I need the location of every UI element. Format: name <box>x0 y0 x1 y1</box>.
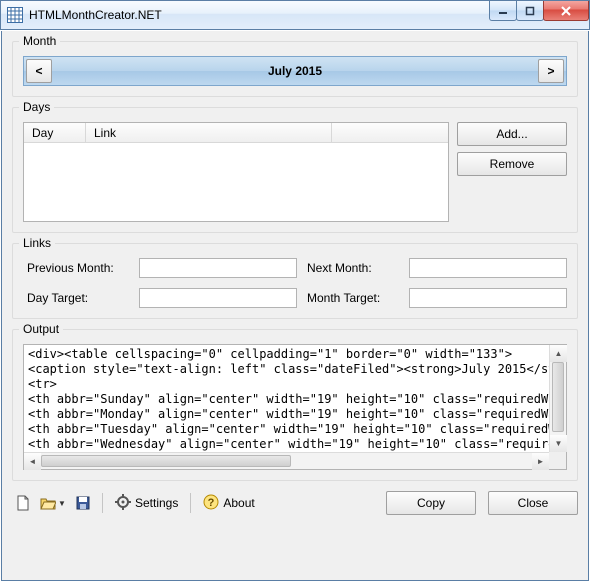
horizontal-scroll-thumb[interactable] <box>41 455 291 467</box>
day-target-label: Day Target: <box>23 291 133 305</box>
prev-month-input[interactable] <box>139 258 297 278</box>
output-group: Output <div><table cellspacing="0" cellp… <box>12 329 578 481</box>
window-title: HTMLMonthCreator.NET <box>29 8 162 22</box>
next-month-input[interactable] <box>409 258 567 278</box>
toolbar-separator <box>102 493 103 513</box>
day-target-input[interactable] <box>139 288 297 308</box>
month-target-label: Month Target: <box>303 291 403 305</box>
toolbar-separator <box>190 493 191 513</box>
add-button[interactable]: Add... <box>457 122 567 146</box>
days-listview[interactable]: Day Link <box>23 122 449 222</box>
vertical-scrollbar[interactable]: ▲ ▼ <box>549 345 566 452</box>
chevron-left-icon: < <box>35 64 42 78</box>
days-group: Days Day Link Add... Remove <box>12 107 578 233</box>
month-nav-row: < July 2015 > <box>23 56 567 86</box>
horizontal-scrollbar[interactable]: ◄ ► <box>24 452 549 469</box>
about-label: About <box>223 496 254 510</box>
about-button[interactable]: ? About <box>199 492 258 515</box>
settings-button[interactable]: Settings <box>111 492 182 515</box>
window-buttons <box>490 1 589 21</box>
open-file-button[interactable]: ▼ <box>38 492 68 514</box>
svg-text:?: ? <box>208 497 215 509</box>
scroll-left-icon[interactable]: ◄ <box>24 453 41 470</box>
close-window-button[interactable] <box>543 1 589 21</box>
client-area: Month < July 2015 > Days Day Link Add... <box>1 31 589 581</box>
remove-button[interactable]: Remove <box>457 152 567 176</box>
dropdown-arrow-icon: ▼ <box>58 499 66 508</box>
links-group: Links Previous Month: Next Month: Day Ta… <box>12 243 578 319</box>
output-textarea[interactable]: <div><table cellspacing="0" cellpadding=… <box>23 344 567 470</box>
prev-month-label: Previous Month: <box>23 261 133 275</box>
scroll-corner <box>549 452 566 469</box>
scroll-up-icon[interactable]: ▲ <box>550 345 567 362</box>
help-icon: ? <box>203 494 219 513</box>
scroll-down-icon[interactable]: ▼ <box>550 435 567 452</box>
prev-month-button[interactable]: < <box>26 59 52 83</box>
vertical-scroll-thumb[interactable] <box>552 362 564 432</box>
new-file-button[interactable] <box>12 492 34 514</box>
column-blank <box>332 123 448 142</box>
chevron-right-icon: > <box>547 64 554 78</box>
month-group-label: Month <box>19 34 60 48</box>
gear-icon <box>115 494 131 513</box>
output-group-label: Output <box>19 322 63 336</box>
month-target-input[interactable] <box>409 288 567 308</box>
maximize-button[interactable] <box>516 1 544 21</box>
copy-button[interactable]: Copy <box>386 491 476 515</box>
days-group-label: Days <box>19 100 54 114</box>
output-text-content: <div><table cellspacing="0" cellpadding=… <box>24 345 566 469</box>
save-file-button[interactable] <box>72 492 94 514</box>
next-month-button[interactable]: > <box>538 59 564 83</box>
close-button[interactable]: Close <box>488 491 578 515</box>
next-month-label: Next Month: <box>303 261 403 275</box>
title-bar: HTMLMonthCreator.NET <box>0 0 590 30</box>
horizontal-scroll-track[interactable] <box>41 453 532 469</box>
current-month-label: July 2015 <box>52 64 538 78</box>
app-icon <box>7 7 23 23</box>
bottom-toolbar: ▼ Settings ? About Copy Close <box>12 491 578 515</box>
settings-label: Settings <box>135 496 178 510</box>
minimize-button[interactable] <box>489 1 517 21</box>
column-day[interactable]: Day <box>24 123 86 142</box>
vertical-scroll-track[interactable] <box>550 362 566 435</box>
links-group-label: Links <box>19 236 55 250</box>
column-link[interactable]: Link <box>86 123 332 142</box>
month-group: Month < July 2015 > <box>12 41 578 97</box>
listview-header: Day Link <box>24 123 448 143</box>
scroll-right-icon[interactable]: ► <box>532 453 549 470</box>
